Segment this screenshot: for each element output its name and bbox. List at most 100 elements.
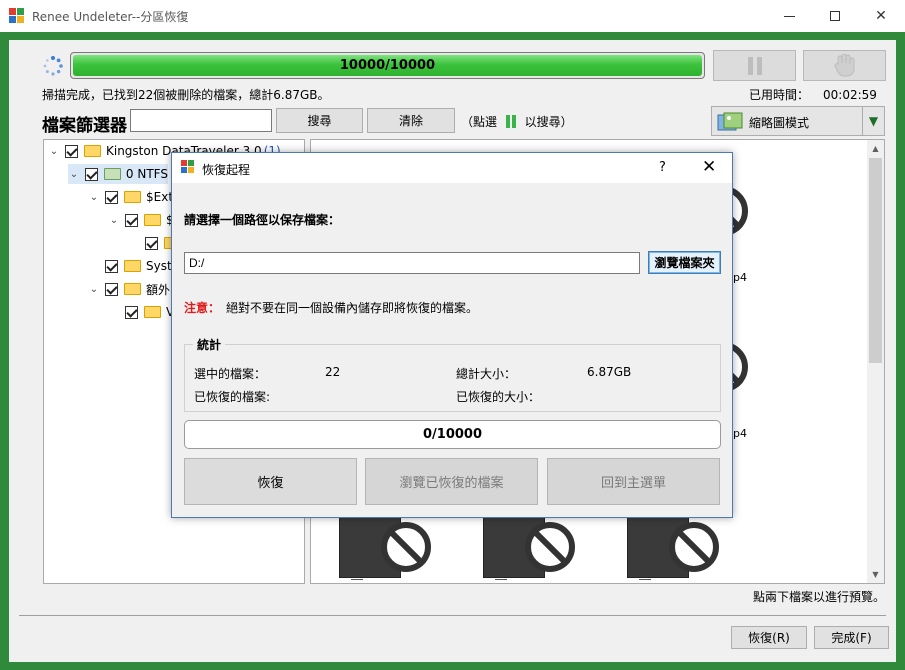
file-name-placeholder bbox=[351, 579, 363, 580]
search-button[interactable]: 搜尋 bbox=[276, 108, 363, 133]
file-thumbnail[interactable] bbox=[339, 516, 431, 578]
chevron-down-icon[interactable]: ▼ bbox=[862, 107, 884, 135]
scan-progress-label: 10000/10000 bbox=[339, 58, 436, 73]
done-button[interactable]: 完成(F) bbox=[814, 626, 889, 649]
chevron-down-icon[interactable]: ⌄ bbox=[68, 169, 80, 180]
scroll-up-icon[interactable]: ▲ bbox=[867, 140, 884, 157]
dialog-title-bar: 恢復起程 ? ✕ bbox=[172, 153, 732, 183]
elapsed-time: 已用時間： 00:02:59 bbox=[749, 86, 877, 103]
filter-toggle-icon bbox=[505, 115, 517, 129]
maximize-icon bbox=[830, 11, 840, 21]
folder-icon bbox=[144, 214, 161, 226]
recover-button[interactable]: 恢復(R) bbox=[731, 626, 807, 649]
tree-checkbox[interactable] bbox=[105, 190, 118, 204]
chevron-down-icon[interactable]: ⌄ bbox=[88, 192, 100, 203]
tree-checkbox[interactable] bbox=[65, 144, 78, 158]
app-window: Renee Undeleter--分區恢復 ✕ 10000/10000 掃描完成… bbox=[0, 0, 905, 670]
recovery-progress-bar: 0/10000 bbox=[184, 420, 721, 449]
file-name-fragment: p4 bbox=[733, 271, 747, 284]
chevron-down-icon[interactable]: ⌄ bbox=[108, 215, 120, 226]
selected-files-value: 22 bbox=[325, 365, 341, 379]
app-logo-icon bbox=[9, 8, 25, 24]
total-size-label: 總計大小： bbox=[456, 367, 517, 381]
dialog-title: 恢復起程 bbox=[202, 163, 251, 177]
preview-hint: 點兩下檔案以進行預覽。 bbox=[753, 590, 886, 604]
tree-checkbox[interactable] bbox=[105, 259, 118, 273]
tree-node-system[interactable]: Syst bbox=[105, 256, 172, 276]
recovery-progress-label: 0/10000 bbox=[422, 427, 483, 442]
tree-checkbox[interactable] bbox=[145, 236, 158, 250]
elapsed-label: 已用時間： bbox=[749, 88, 810, 102]
dialog-close-button[interactable]: ✕ bbox=[702, 157, 716, 177]
thumbnail-view-icon bbox=[717, 112, 743, 131]
app-logo-icon bbox=[181, 160, 195, 174]
tree-checkbox[interactable] bbox=[125, 213, 138, 227]
help-button[interactable]: ? bbox=[659, 160, 666, 175]
save-path-prompt: 請選擇一個路徑以保存檔案： bbox=[184, 213, 341, 227]
statistics-group: 統計 選中的檔案： 22 總計大小： 6.87GB 已恢復的檔案: 已恢復的大小… bbox=[184, 336, 721, 412]
start-recover-button[interactable]: 恢復 bbox=[184, 458, 357, 505]
recovered-files-label: 已恢復的檔案: bbox=[194, 390, 271, 404]
browse-folder-button[interactable]: 瀏覽檔案夾 bbox=[648, 251, 721, 274]
unavailable-icon bbox=[381, 522, 431, 572]
maximize-button[interactable] bbox=[812, 0, 858, 32]
scan-status-text: 掃描完成，已找到22個被刪除的檔案，總計6.87GB。 bbox=[42, 88, 330, 102]
elapsed-value: 00:02:59 bbox=[823, 88, 877, 102]
folder-icon bbox=[124, 260, 141, 272]
stop-hand-icon bbox=[834, 53, 854, 76]
folder-icon bbox=[124, 283, 141, 295]
tree-node-v[interactable]: V bbox=[125, 302, 174, 322]
chevron-down-icon[interactable]: ⌄ bbox=[88, 284, 100, 295]
close-icon: ✕ bbox=[875, 8, 887, 24]
warning-text: 絕對不要在同一個設備內儲存即將恢復的檔案。 bbox=[226, 301, 479, 315]
statistics-title: 統計 bbox=[193, 336, 226, 353]
recovery-dialog: 恢復起程 ? ✕ 請選擇一個路徑以保存檔案： 瀏覽檔案夾 注意： 絕對不要在同一個… bbox=[171, 152, 733, 518]
tree-checkbox[interactable] bbox=[125, 305, 138, 319]
tree-checkbox[interactable] bbox=[105, 282, 118, 296]
clear-button[interactable]: 清除 bbox=[367, 108, 455, 133]
scroll-down-icon[interactable]: ▼ bbox=[867, 566, 884, 583]
folder-icon bbox=[124, 191, 141, 203]
folder-icon bbox=[144, 306, 161, 318]
divider bbox=[19, 615, 886, 616]
minimize-button[interactable] bbox=[766, 0, 812, 32]
tree-node-label: 0 NTFS bbox=[125, 167, 168, 181]
file-name-placeholder bbox=[495, 579, 507, 580]
file-name-fragment: p4 bbox=[733, 427, 747, 440]
close-button[interactable]: ✕ bbox=[858, 0, 904, 32]
tree-node-label: $Ext bbox=[146, 190, 174, 204]
filter-input[interactable] bbox=[130, 109, 272, 132]
stop-button[interactable] bbox=[803, 50, 886, 81]
unavailable-icon bbox=[525, 522, 575, 572]
file-filter-title: 檔案篩選器 bbox=[42, 116, 127, 136]
filter-hint: （點選 以搜尋） bbox=[461, 113, 573, 130]
tree-node-sub[interactable]: ⌄ $ bbox=[108, 210, 174, 230]
recovered-size-label: 已恢復的大小： bbox=[456, 390, 541, 404]
chevron-down-icon[interactable]: ⌄ bbox=[48, 146, 60, 157]
tree-node-extra[interactable]: ⌄ 額外 bbox=[88, 279, 170, 299]
warning-label: 注意： bbox=[184, 301, 221, 315]
selected-files-label: 選中的檔案： bbox=[194, 367, 267, 381]
grid-scrollbar[interactable]: ▲ ▼ bbox=[867, 140, 884, 583]
minimize-icon bbox=[783, 15, 795, 17]
tree-checkbox[interactable] bbox=[84, 167, 98, 181]
pause-button[interactable] bbox=[713, 50, 796, 81]
folder-icon bbox=[103, 168, 121, 180]
tree-node-ext[interactable]: ⌄ $Ext bbox=[88, 187, 173, 207]
file-thumbnail[interactable] bbox=[483, 516, 575, 578]
window-title: Renee Undeleter--分區恢復 bbox=[32, 10, 189, 24]
back-to-menu-button[interactable]: 回到主選單 bbox=[547, 458, 720, 505]
file-name-placeholder bbox=[639, 579, 651, 580]
scrollbar-thumb[interactable] bbox=[869, 158, 882, 363]
view-mode-label: 縮略圖模式 bbox=[749, 116, 810, 130]
warning-message: 注意： 絕對不要在同一個設備內儲存即將恢復的檔案。 bbox=[184, 299, 478, 316]
browse-recovered-button[interactable]: 瀏覽已恢復的檔案 bbox=[365, 458, 538, 505]
save-path-input[interactable] bbox=[184, 252, 640, 274]
filter-hint-prefix: （點選 bbox=[461, 115, 498, 129]
title-bar: Renee Undeleter--分區恢復 ✕ bbox=[0, 0, 905, 32]
view-mode-dropdown[interactable]: 縮略圖模式 ▼ bbox=[711, 106, 885, 136]
tree-node-ntfs[interactable]: ⌄ 0 NTFS bbox=[68, 164, 168, 184]
file-thumbnail[interactable] bbox=[627, 516, 719, 578]
total-size-value: 6.87GB bbox=[587, 365, 632, 379]
folder-icon bbox=[84, 145, 101, 157]
